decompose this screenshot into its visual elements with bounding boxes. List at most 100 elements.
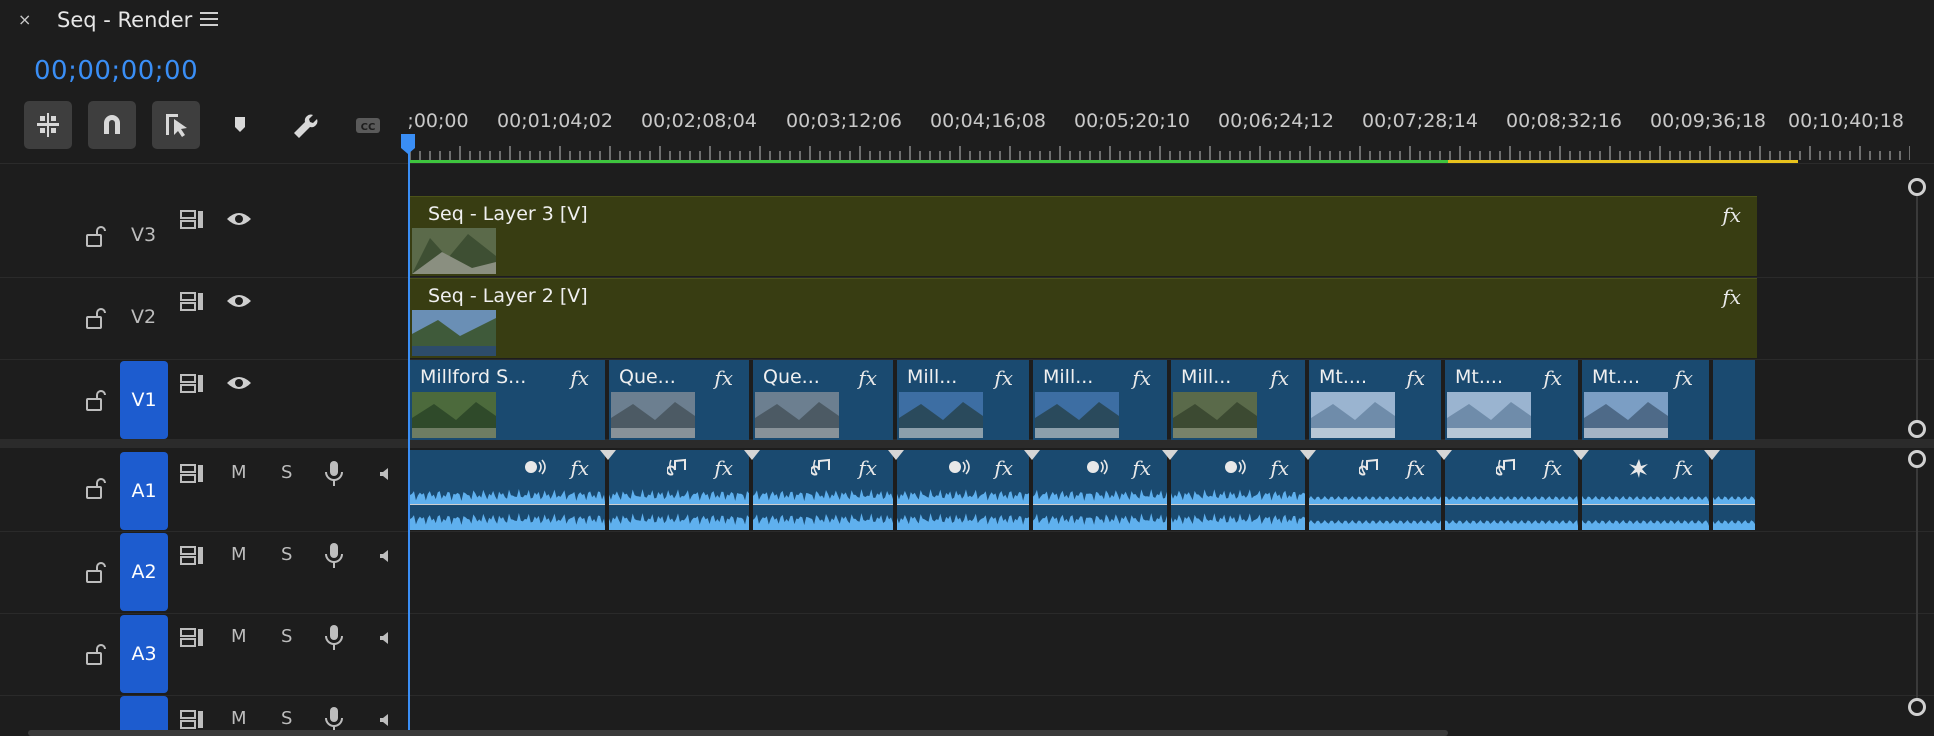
fx-badge[interactable]: fx — [858, 456, 877, 480]
close-panel-button[interactable]: × — [18, 10, 31, 29]
fx-badge[interactable]: fx — [1722, 203, 1741, 227]
music-audio-type-icon[interactable] — [1496, 458, 1520, 478]
sync-lock-icon[interactable] — [179, 708, 205, 730]
speaker-icon[interactable] — [378, 630, 392, 646]
playhead-line[interactable] — [408, 140, 410, 736]
track-label[interactable]: V3 — [131, 224, 156, 246]
horizontal-scrollbar[interactable] — [28, 730, 1448, 736]
mute-track-button[interactable]: M — [231, 544, 247, 565]
playhead-handle-icon[interactable] — [401, 134, 415, 154]
fx-badge[interactable]: fx — [714, 366, 733, 390]
lock-track-icon[interactable] — [84, 224, 108, 248]
fx-badge[interactable]: fx — [1270, 366, 1289, 390]
clip-a1[interactable]: fx — [1445, 450, 1578, 530]
clip-a1[interactable]: fx — [1171, 450, 1305, 530]
clip-edit-point-icon[interactable] — [1436, 450, 1452, 460]
clip-edit-point-icon[interactable] — [744, 450, 760, 460]
time-ruler[interactable]: ;00;00 00;01;04;02 00;02;08;04 00;03;12;… — [407, 100, 1934, 166]
solo-track-button[interactable]: S — [281, 544, 292, 565]
scroll-handle[interactable] — [1908, 420, 1926, 438]
audio-vertical-scrollbar[interactable] — [1916, 460, 1918, 710]
clip-v1[interactable]: Que... fx — [753, 360, 893, 440]
sync-lock-icon[interactable] — [179, 208, 205, 230]
clip-a1[interactable]: fx — [609, 450, 749, 530]
fx-badge[interactable]: fx — [858, 366, 877, 390]
clip-v1[interactable]: Mill... fx — [897, 360, 1029, 440]
track-target-v1[interactable]: V1 — [120, 361, 168, 439]
speaker-icon[interactable] — [378, 466, 392, 482]
eye-icon[interactable] — [225, 373, 253, 393]
lock-track-icon[interactable] — [84, 476, 108, 500]
mute-track-button[interactable]: M — [231, 462, 247, 483]
solo-track-button[interactable]: S — [281, 626, 292, 647]
dialogue-audio-type-icon[interactable] — [1223, 458, 1247, 478]
linked-selection-button[interactable] — [152, 101, 200, 149]
sync-lock-icon[interactable] — [179, 372, 205, 394]
panel-menu-icon[interactable] — [200, 12, 218, 26]
add-marker-button[interactable] — [216, 101, 264, 149]
fx-badge[interactable]: fx — [1543, 456, 1562, 480]
track-target-a2[interactable]: A2 — [120, 533, 168, 611]
fx-badge[interactable]: fx — [1674, 366, 1693, 390]
clip-a1[interactable]: fx — [410, 450, 605, 530]
clip-a1[interactable]: fx — [897, 450, 1029, 530]
sync-lock-icon[interactable] — [179, 544, 205, 566]
eye-icon[interactable] — [225, 291, 253, 311]
clip-v1[interactable]: Millford S... fx — [410, 360, 605, 440]
clip-a1[interactable]: fx — [1033, 450, 1167, 530]
fx-badge[interactable]: fx — [1722, 285, 1741, 309]
clip-edit-point-icon[interactable] — [1573, 450, 1589, 460]
fx-badge[interactable]: fx — [1543, 366, 1562, 390]
lock-track-icon[interactable] — [84, 388, 108, 412]
clip-v1[interactable]: Mt.... fx — [1309, 360, 1441, 440]
music-audio-type-icon[interactable] — [667, 458, 691, 478]
clip-edit-point-icon[interactable] — [600, 450, 616, 460]
clip-v1[interactable]: Mill... fx — [1171, 360, 1305, 440]
clip-edit-point-icon[interactable] — [1704, 450, 1720, 460]
mute-track-button[interactable]: M — [231, 626, 247, 647]
clip-edit-point-icon[interactable] — [1162, 450, 1178, 460]
dialogue-audio-type-icon[interactable] — [947, 458, 971, 478]
insert-overwrite-sequences-button[interactable] — [24, 101, 72, 149]
solo-track-button[interactable]: S — [281, 462, 292, 483]
fx-badge[interactable]: fx — [1270, 456, 1289, 480]
clip-v1[interactable]: Mill... fx — [1033, 360, 1167, 440]
track-target-a3[interactable]: A3 — [120, 615, 168, 693]
scroll-handle[interactable] — [1908, 698, 1926, 716]
track-label[interactable]: V2 — [131, 306, 156, 328]
sync-lock-icon[interactable] — [179, 290, 205, 312]
sync-lock-icon[interactable] — [179, 462, 205, 484]
fx-badge[interactable]: fx — [1406, 366, 1425, 390]
clip-v1[interactable] — [1713, 360, 1755, 440]
clip-edit-point-icon[interactable] — [888, 450, 904, 460]
clip-edit-point-icon[interactable] — [1300, 450, 1316, 460]
fx-badge[interactable]: fx — [570, 366, 589, 390]
clip-v1[interactable]: Que... fx — [609, 360, 749, 440]
clip-v1[interactable]: Mt.... fx — [1445, 360, 1578, 440]
speaker-icon[interactable] — [378, 712, 392, 728]
clip-a1[interactable] — [1713, 450, 1755, 530]
sfx-audio-type-icon[interactable] — [1627, 458, 1651, 478]
snap-button[interactable] — [88, 101, 136, 149]
clip-a1[interactable]: fx — [1309, 450, 1441, 530]
clip-v2-nested-sequence[interactable]: Seq - Layer 2 [V] fx — [410, 278, 1757, 358]
scroll-handle[interactable] — [1908, 178, 1926, 196]
lock-track-icon[interactable] — [84, 642, 108, 666]
solo-track-button[interactable]: S — [281, 708, 292, 729]
lock-track-icon[interactable] — [84, 560, 108, 584]
video-vertical-scrollbar[interactable] — [1916, 188, 1918, 428]
clip-a1[interactable]: fx — [1582, 450, 1709, 530]
clip-a1[interactable]: fx — [753, 450, 893, 530]
speaker-icon[interactable] — [378, 548, 392, 564]
music-audio-type-icon[interactable] — [1359, 458, 1383, 478]
clip-v3-nested-sequence[interactable]: Seq - Layer 3 [V] fx — [410, 196, 1757, 276]
playhead-timecode[interactable]: 00;00;00;00 — [34, 56, 198, 86]
fx-badge[interactable]: fx — [1132, 366, 1151, 390]
mute-track-button[interactable]: M — [231, 708, 247, 729]
microphone-icon[interactable] — [324, 460, 344, 488]
captions-button[interactable]: CC — [344, 101, 392, 149]
clip-edit-point-icon[interactable] — [1024, 450, 1040, 460]
video-audio-divider[interactable] — [0, 439, 1934, 448]
dialogue-audio-type-icon[interactable] — [523, 458, 547, 478]
fx-badge[interactable]: fx — [994, 366, 1013, 390]
